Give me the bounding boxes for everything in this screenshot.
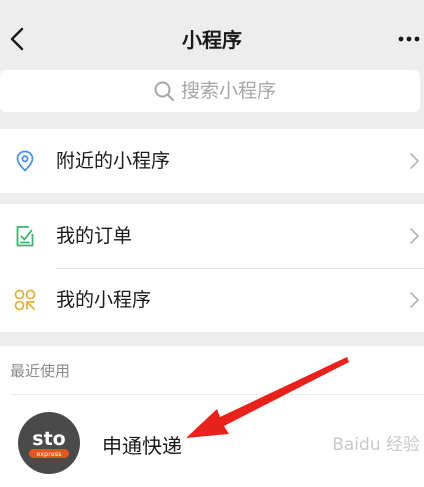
menu-item-label: 我的订单	[56, 225, 133, 247]
order-check-icon	[16, 226, 34, 247]
menu-item-label: 我的小程序	[56, 289, 152, 311]
location-pin-icon	[16, 150, 34, 172]
recent-item-name[interactable]: 申通快递	[102, 430, 182, 459]
menu-group-personal: 我的订单 我的小程序	[0, 204, 424, 332]
section-title: 最近使用	[10, 362, 71, 380]
search-placeholder: 搜索小程序	[181, 80, 277, 102]
search-icon	[154, 81, 174, 101]
more-dots-icon[interactable]	[398, 34, 420, 44]
chevron-right-icon	[410, 153, 419, 169]
menu-item-label: 附近的小程序	[56, 150, 171, 172]
sto-express-logo-icon[interactable]: sto express	[18, 412, 80, 474]
menu-item-nearby[interactable]: 附近的小程序	[0, 129, 424, 193]
logo-subtext: express	[36, 450, 62, 458]
annotation-arrow-icon	[186, 357, 349, 438]
menu-item-orders[interactable]: 我的订单	[0, 204, 424, 268]
logo-text: sto	[32, 428, 65, 450]
chevron-right-icon	[410, 292, 419, 308]
menu-group-nearby: 附近的小程序	[0, 129, 424, 193]
navigation-bar: 小程序	[0, 0, 424, 74]
chevron-right-icon	[410, 228, 419, 244]
search-input[interactable]: 搜索小程序	[0, 70, 420, 112]
menu-item-my-mini-programs[interactable]: 我的小程序	[0, 268, 424, 332]
page-title: 小程序	[182, 28, 242, 52]
mini-program-icon	[14, 289, 36, 311]
watermark: Baidu 经验	[332, 435, 420, 455]
